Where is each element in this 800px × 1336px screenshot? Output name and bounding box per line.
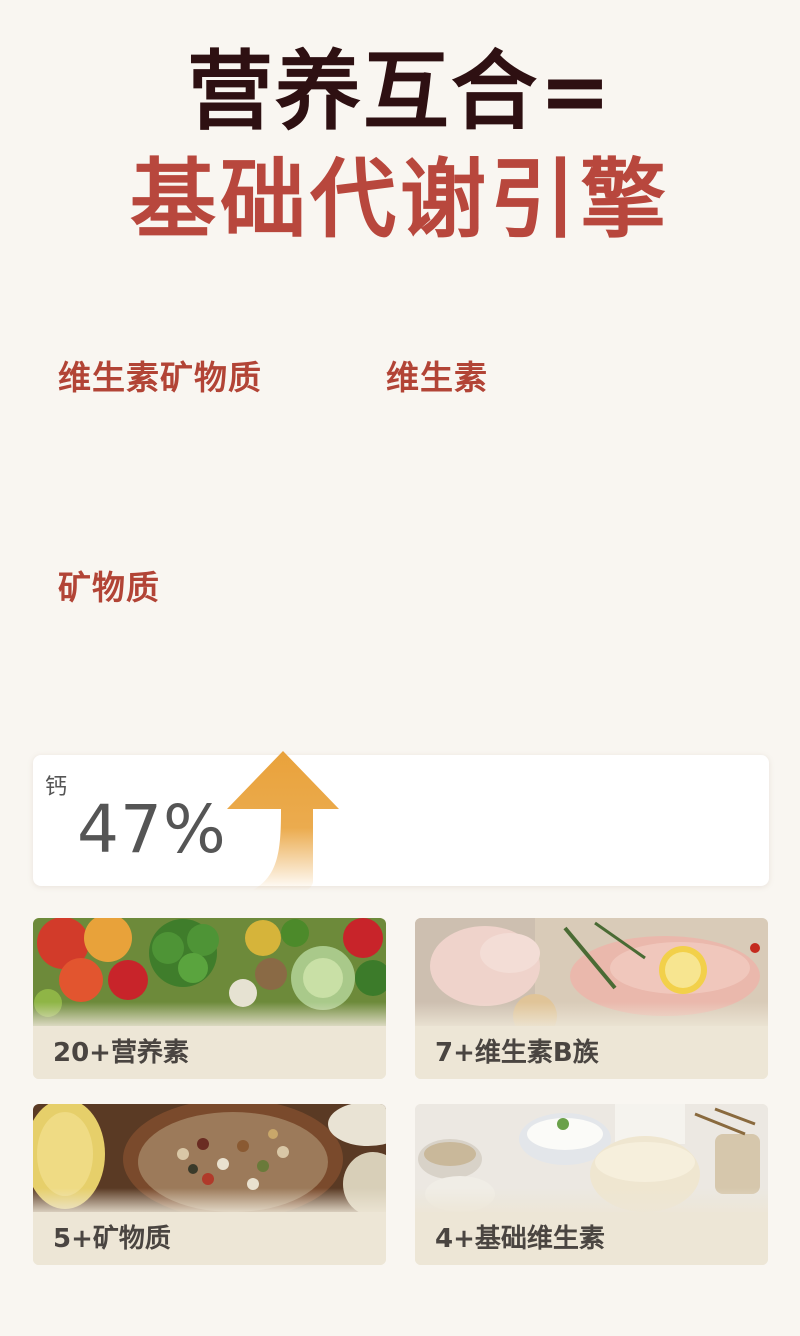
stat-value: 47% (77, 791, 227, 868)
page-title-line1: 营养互合= (186, 42, 614, 142)
tile-vitamin-b[interactable]: 7+维生素B族 (415, 918, 768, 1079)
stat-name: 钙 (45, 775, 68, 800)
section-label-mineral: 矿物质 (58, 568, 160, 607)
tile-label: 20+营养素 (53, 1038, 189, 1068)
tile-nutrients[interactable]: 20+营养素 (33, 918, 386, 1079)
tile-basic-vitamins[interactable]: 4+基础维生素 (415, 1104, 768, 1265)
tile-label: 4+基础维生素 (435, 1224, 605, 1254)
tile-label: 7+维生素B族 (435, 1038, 599, 1068)
tile-minerals[interactable]: 5+矿物质 (33, 1104, 386, 1265)
section-label-vitamin: 维生素 (386, 358, 488, 397)
section-label-vitamin-mineral: 维生素矿物质 (58, 358, 262, 397)
tile-label: 5+矿物质 (53, 1224, 171, 1254)
calcium-stat-card: 钙 47% (33, 751, 769, 891)
page-title-line2: 基础代谢引擎 (130, 150, 670, 250)
up-arrow-icon (227, 751, 339, 891)
